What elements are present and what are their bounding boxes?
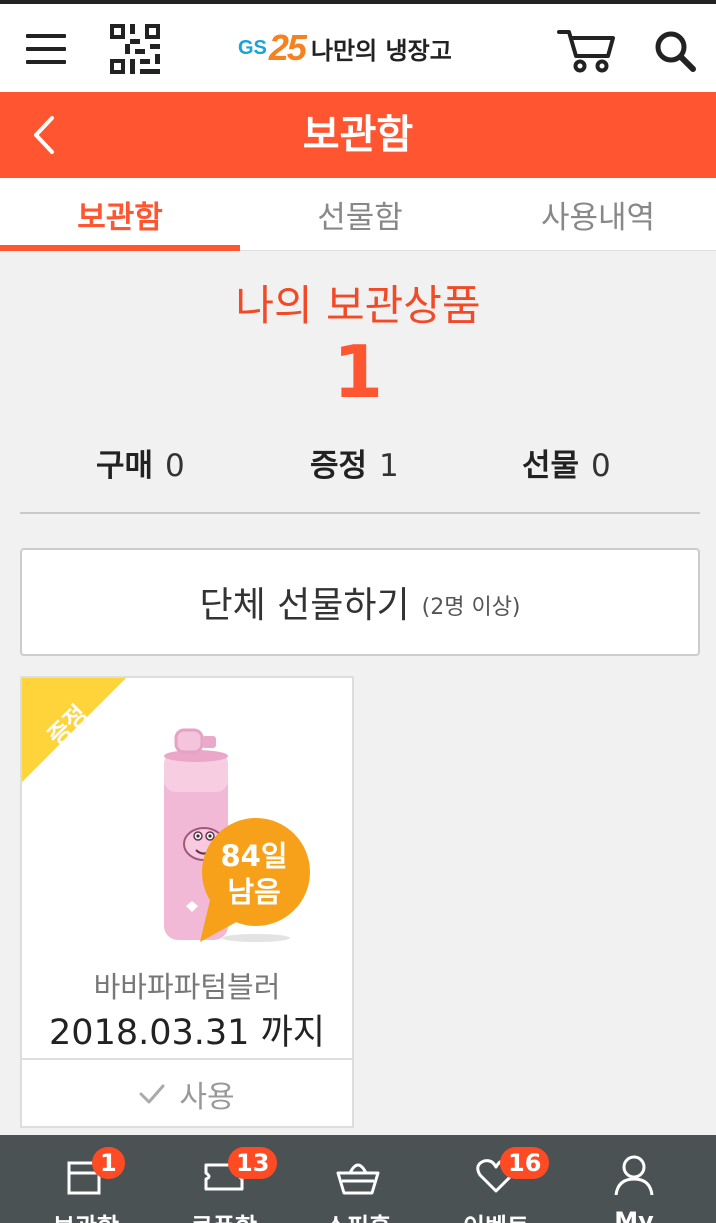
- page-title-bar: 보관함: [0, 92, 716, 178]
- days-left-suffix: 남음: [227, 875, 281, 909]
- user-icon: [614, 1155, 654, 1196]
- tab-storage[interactable]: 보관함: [0, 178, 240, 251]
- use-button-label: 사용: [179, 1080, 235, 1115]
- tab-gift-box[interactable]: 선물함: [240, 178, 480, 251]
- nav-badge: 16: [500, 1147, 550, 1179]
- stat-label: 선물: [522, 448, 580, 484]
- search-icon[interactable]: [652, 28, 698, 74]
- nav-label: 쇼핑홈: [298, 1207, 418, 1223]
- nav-item-my[interactable]: My: [574, 1135, 694, 1223]
- nav-badge: 1: [92, 1147, 125, 1179]
- shopping-basket-icon: [336, 1163, 380, 1195]
- summary-title: 나의 보관상품: [235, 281, 481, 330]
- summary-stats: 구매 0 증정 1 선물 0: [20, 440, 700, 500]
- bottom-navigation: 1 보관함 13 쿠폰함 쇼핑홈 16 이벤트 My: [0, 1135, 716, 1223]
- nav-item-storage[interactable]: 1 보관함: [26, 1135, 146, 1223]
- nav-item-events[interactable]: 16 이벤트: [436, 1135, 556, 1223]
- group-gift-button[interactable]: 단체 선물하기 (2명 이상): [20, 548, 700, 656]
- stat-value: 0: [165, 448, 185, 484]
- use-button[interactable]: 사용: [22, 1058, 352, 1126]
- days-left-count: 84일: [220, 839, 288, 873]
- check-icon: [139, 1084, 165, 1104]
- tab-bar: 보관함 선물함 사용내역: [0, 178, 716, 251]
- divider: [20, 512, 700, 514]
- top-app-bar: GS 25 나만의 냉장고: [0, 0, 716, 92]
- app-logo[interactable]: GS 25 나만의 냉장고: [238, 27, 452, 68]
- nav-label: 이벤트: [436, 1207, 556, 1223]
- logo-number: 25: [268, 27, 307, 68]
- nav-label: My: [614, 1207, 654, 1223]
- group-gift-label: 단체 선물하기: [199, 585, 410, 626]
- stat-freebie: 증정 1: [310, 440, 399, 500]
- nav-badge: 13: [228, 1147, 278, 1179]
- page-title: 보관함: [302, 112, 414, 158]
- group-gift-sub: (2명 이상): [421, 595, 521, 620]
- cart-icon[interactable]: [556, 26, 616, 74]
- stat-label: 구매: [96, 448, 154, 484]
- stat-value: 0: [591, 448, 611, 484]
- storage-item-card[interactable]: 증정 84일 남음 바바파파텀블러 2018.03.31 까지 사용: [20, 676, 354, 1128]
- stat-value: 1: [379, 448, 399, 484]
- stat-purchase: 구매 0: [96, 440, 185, 500]
- qr-code-icon[interactable]: [110, 24, 160, 74]
- logo-brand: GS: [238, 36, 267, 59]
- product-name: 바바파파텀블러: [93, 970, 281, 1004]
- nav-label: 보관함: [26, 1207, 146, 1223]
- nav-item-coupons[interactable]: 13 쿠폰함: [164, 1135, 284, 1223]
- menu-icon[interactable]: [26, 34, 66, 64]
- summary-count: 1: [332, 330, 384, 414]
- days-left-text: 84일 남음: [196, 838, 312, 910]
- stat-label: 증정: [310, 448, 368, 484]
- stat-gift: 선물 0: [522, 440, 611, 500]
- logo-text: 나만의 냉장고: [310, 36, 452, 65]
- nav-item-shopping-home[interactable]: 쇼핑홈: [298, 1135, 418, 1223]
- tab-usage-history[interactable]: 사용내역: [478, 178, 716, 251]
- nav-label: 쿠폰함: [164, 1207, 284, 1223]
- product-expiry: 2018.03.31 까지: [49, 1013, 325, 1053]
